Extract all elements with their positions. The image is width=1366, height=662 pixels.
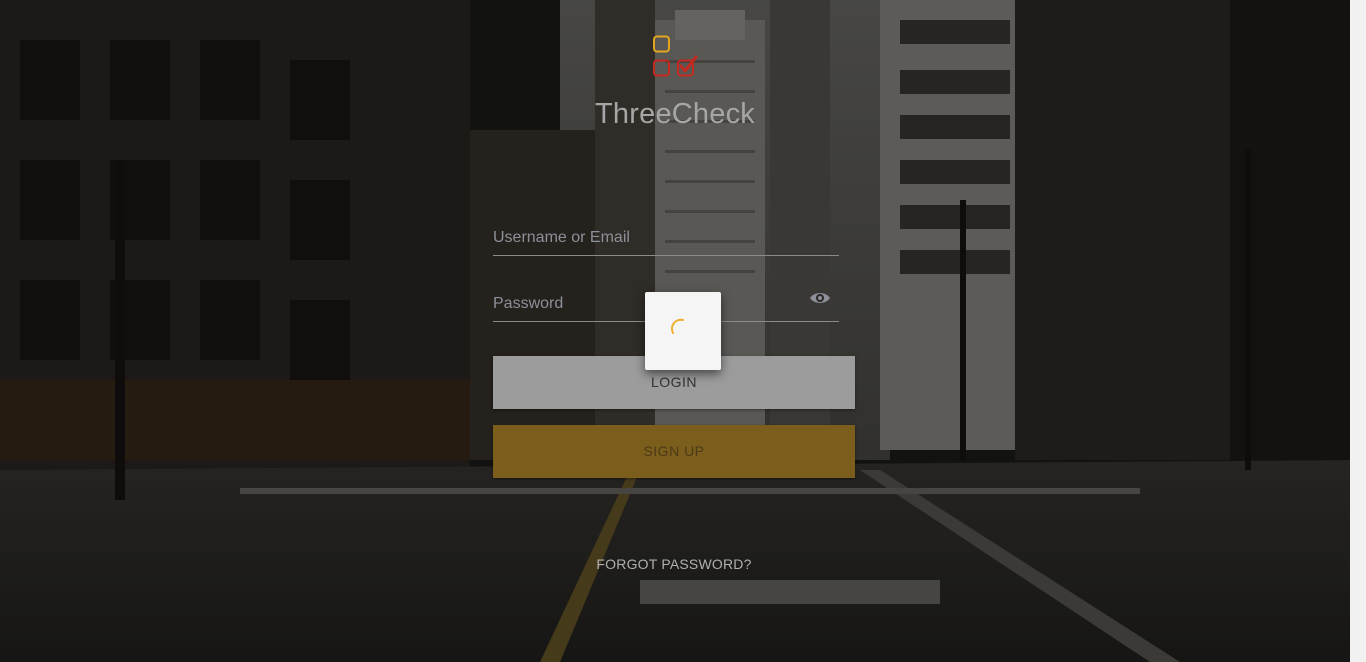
loading-dialog — [645, 292, 721, 370]
spinner-icon — [670, 318, 684, 334]
username-field-container — [493, 215, 839, 256]
username-input[interactable] — [493, 221, 803, 255]
eye-icon[interactable] — [809, 290, 831, 306]
brand-name: ThreeCheck — [595, 98, 755, 130]
three-check-logo — [653, 35, 698, 77]
forgot-password-link[interactable]: FORGOT PASSWORD? — [574, 556, 774, 572]
signup-button[interactable]: SIGN UP — [493, 425, 855, 478]
login-page: ThreeCheck LOGIN SIGN UP FORGOT PASSWORD… — [0, 0, 1366, 662]
vertical-scrollbar[interactable] — [1350, 0, 1366, 662]
